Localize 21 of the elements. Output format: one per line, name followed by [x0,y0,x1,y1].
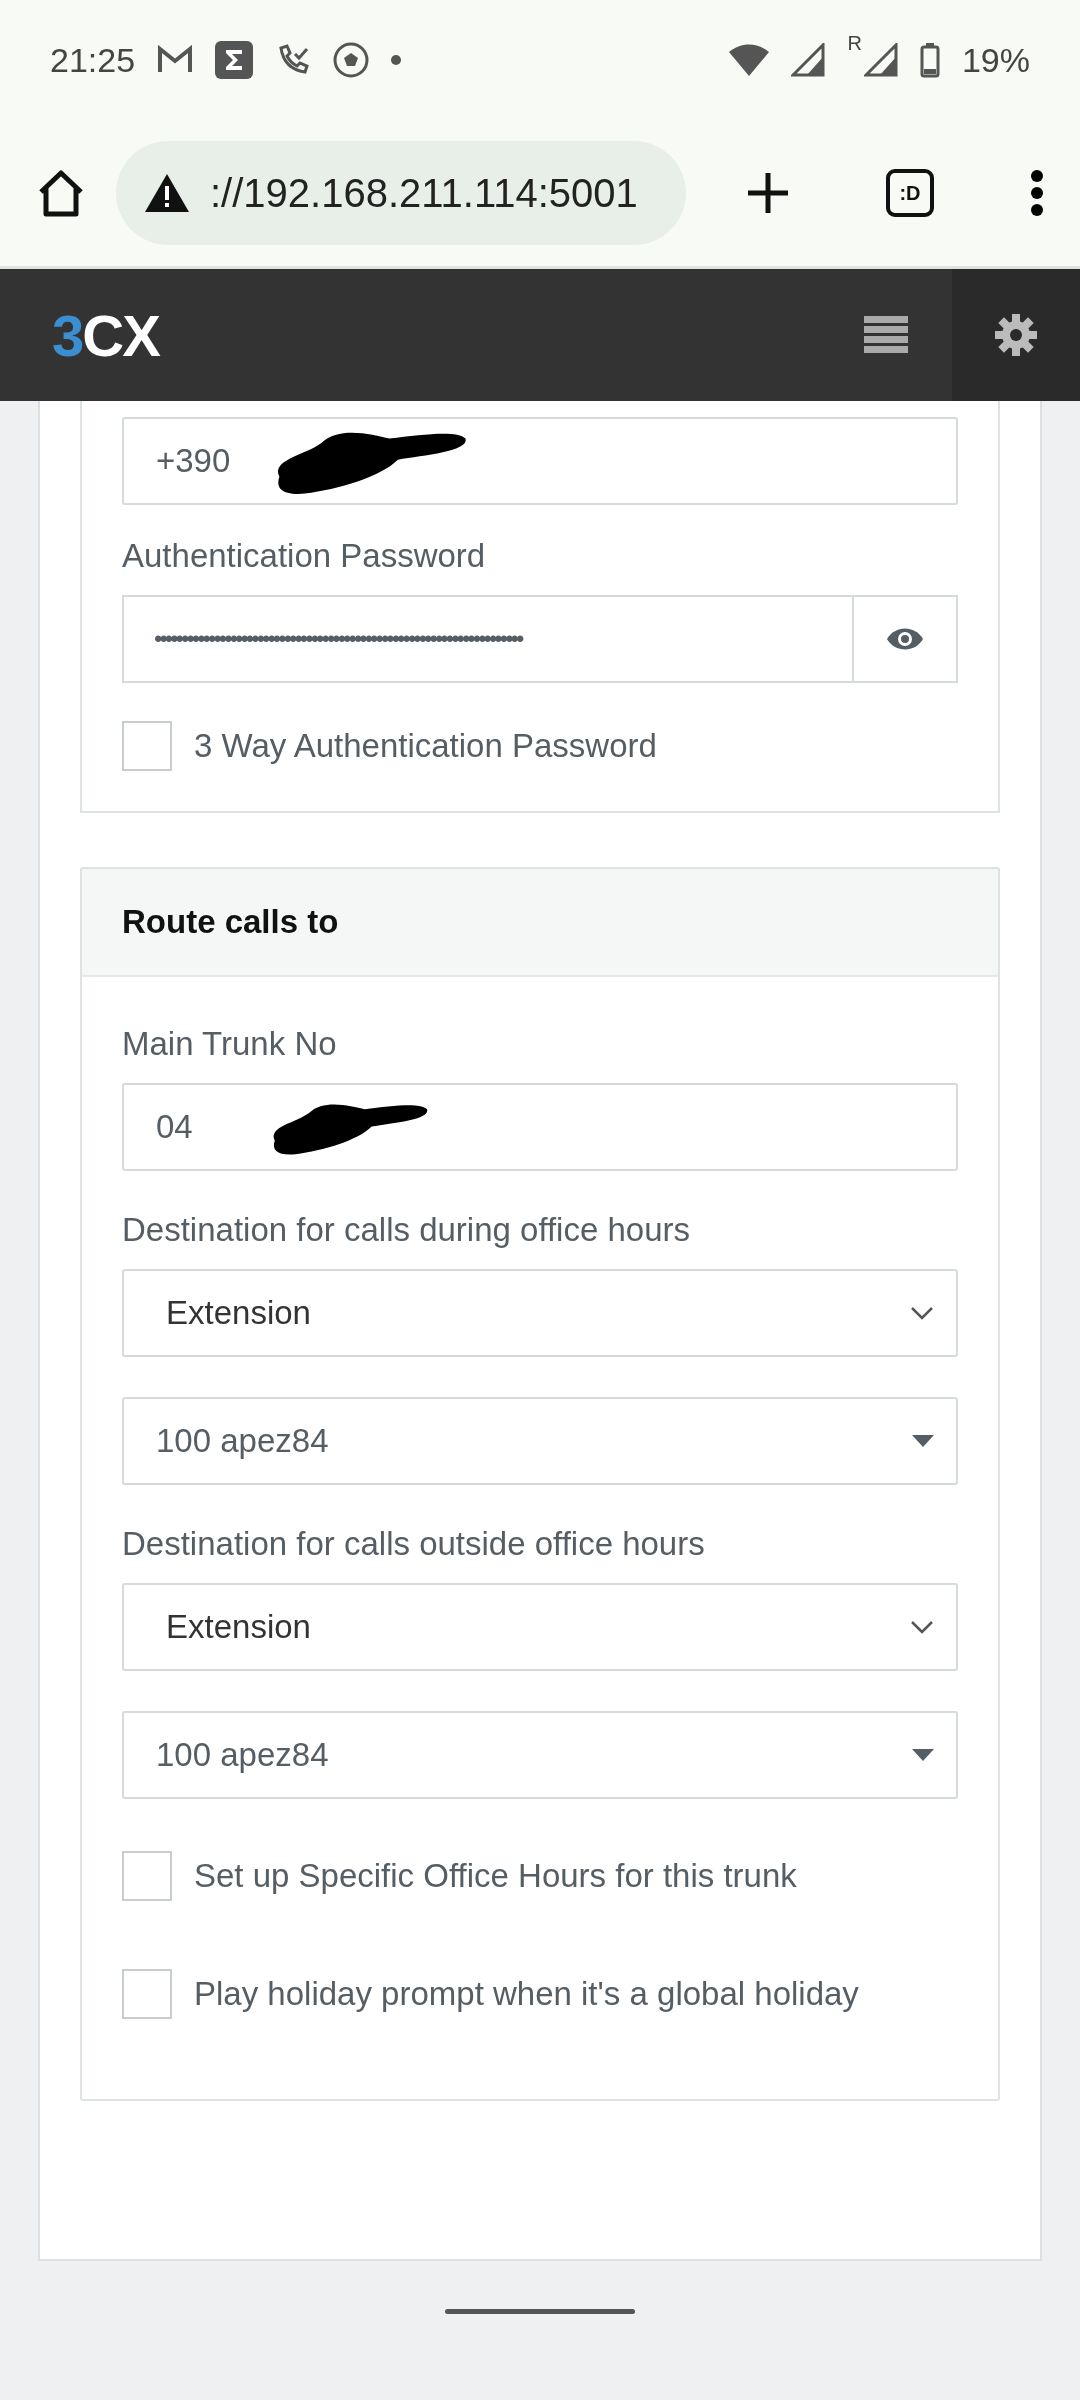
roaming-label: R [847,32,862,55]
field-label: Destination for calls during office hours [122,1211,692,1249]
text-field[interactable]: 04 [122,1083,958,1171]
checkbox-label: 3 Way Authentication Password [194,727,657,765]
field-label: Destination for calls outside office hours [122,1525,706,1563]
dropdown[interactable]: Extension [122,1583,958,1671]
clock-time: 21:25 [50,40,136,80]
dropdown[interactable]: 100 apez84 [122,1397,958,1485]
app-logo: 3CX [51,301,161,369]
checkbox-label: Play holiday prompt when it's a global holiday [194,1975,859,2013]
panel-title: Route calls to [82,869,998,977]
checkbox-label: Set up Specific Office Hours for this trunk [194,1857,797,1895]
tab-switcher-button[interactable]: :D [886,169,934,217]
field-label: Main Trunk No [122,1025,338,1063]
address-bar[interactable]: ://192.168.211.114:5001 [116,141,686,245]
dropdown[interactable]: Extension [122,1269,958,1357]
text-field[interactable]: +390 [122,417,958,505]
password-field[interactable]: •••••••••••••••••••••••••••••••••••••••••••••••••••••••••••••••••••• [122,595,854,683]
dropdown[interactable]: 100 apez84 [122,1711,958,1799]
field-label: Authentication Password [122,537,487,575]
battery-percent: 19% [961,40,1030,80]
